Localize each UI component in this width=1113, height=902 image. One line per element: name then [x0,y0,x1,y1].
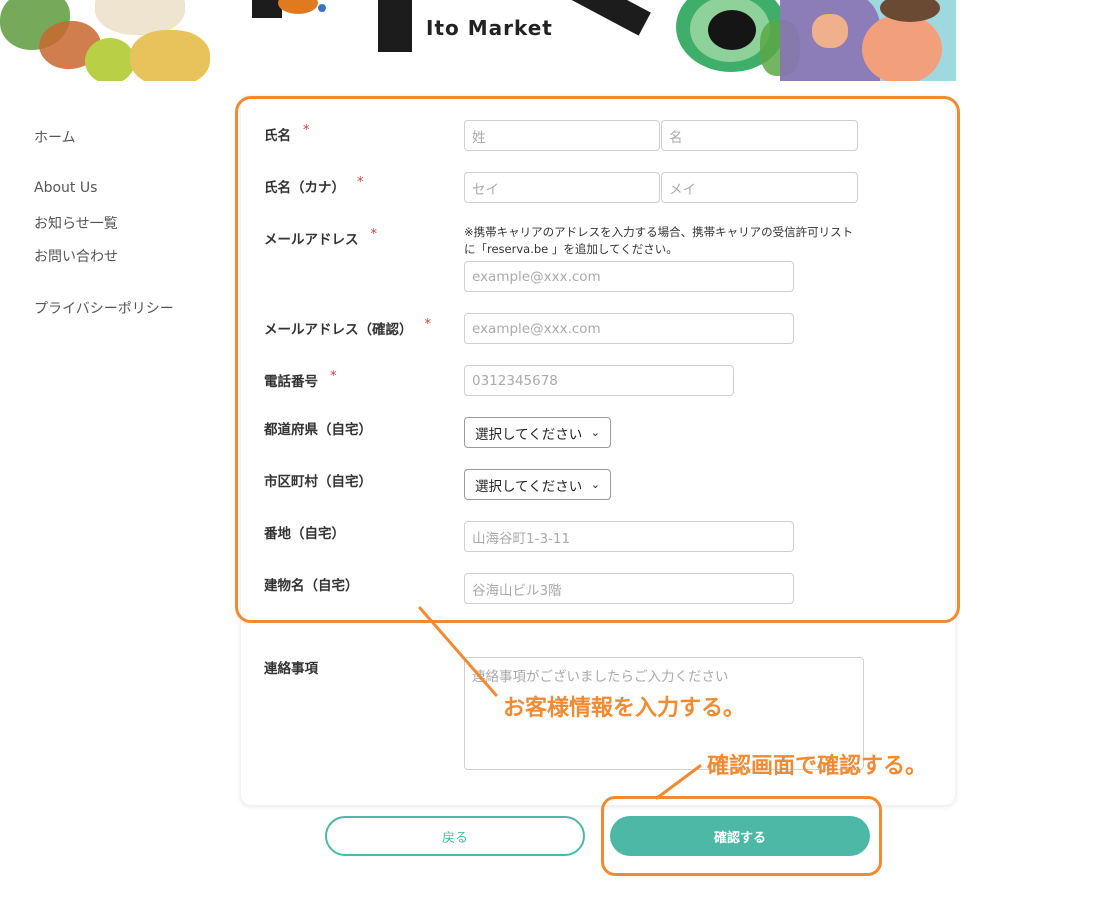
logo-mark-stroke [559,0,651,36]
logo-text: Ito Market [426,16,553,40]
back-button[interactable]: 戻る [325,816,585,856]
illustration-onion [130,30,210,81]
confirm-highlight-frame [601,796,882,876]
illustration-pumpkin [278,0,318,14]
sidebar-item-home[interactable]: ホーム [34,127,76,147]
message-label: 連絡事項 [264,661,318,677]
form-callout-text: お客様情報を入力する。 [503,696,746,721]
illustration-squash [85,38,135,81]
logo-mark [378,0,412,52]
sidebar-item-about[interactable]: About Us [34,180,97,196]
sidebar-item-news[interactable]: お知らせ一覧 [34,213,118,233]
confirm-callout-text: 確認画面で確認する。 [707,754,928,779]
illustration-wreath-center [708,10,756,50]
illustration-dot [318,4,326,12]
illustration-person-face [862,14,942,81]
header-banner: Ito Market [0,0,956,81]
illustration-person-hand [812,14,848,48]
sidebar-item-privacy[interactable]: プライバシーポリシー [34,298,174,318]
sidebar-item-contact[interactable]: お問い合わせ [34,246,118,266]
form-highlight-frame [235,96,960,623]
